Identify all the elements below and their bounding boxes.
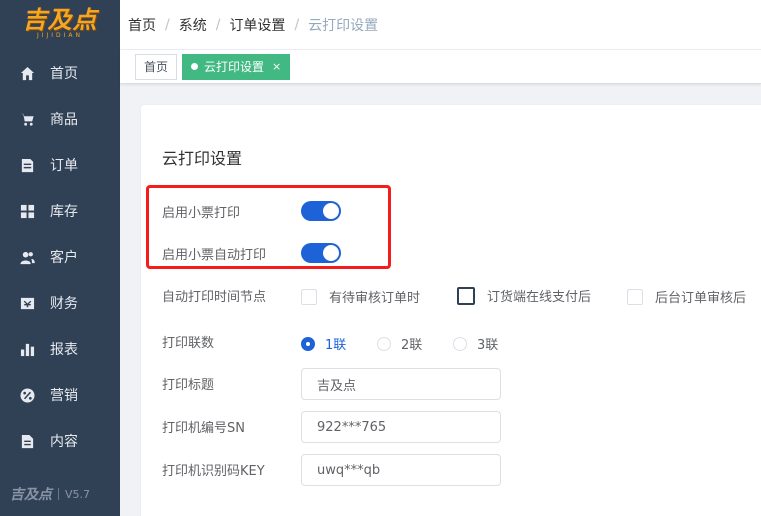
users-icon <box>19 249 35 265</box>
home-icon <box>19 65 35 81</box>
form-row-time-node: 自动打印时间节点 <box>162 280 266 310</box>
percent-icon <box>19 387 35 403</box>
logo-text: 吉及点 <box>22 5 98 34</box>
radio-2-copies[interactable]: 2联 <box>377 334 422 353</box>
sidebar-menu: 首页 商品 订单 库存 客户 财务 报表 营销 内容 <box>0 50 120 464</box>
breadcrumb-system[interactable]: 系统 <box>179 15 207 35</box>
close-icon[interactable]: × <box>272 60 281 73</box>
toggle-knob <box>323 245 339 261</box>
form-row-enable-auto: 启用小票自动打印 <box>162 238 266 268</box>
checkbox-box[interactable] <box>301 288 317 305</box>
sn-label: 打印机编号SN <box>162 420 245 436</box>
checkbox-online-paid[interactable]: 订货端在线支付后 <box>457 286 591 305</box>
form-row-enable-receipt: 启用小票打印 <box>162 196 240 226</box>
sidebar-item-label: 财务 <box>50 296 78 312</box>
form-row-sn: 打印机编号SN <box>162 411 245 441</box>
sidebar: 吉及点 JIJIDIAN 首页 商品 订单 库存 客户 财务 报表 营销 内容 … <box>0 0 120 516</box>
print-title-label: 打印标题 <box>162 377 215 393</box>
enable-auto-label: 启用小票自动打印 <box>162 247 267 263</box>
enable-receipt-label: 启用小票打印 <box>162 205 241 221</box>
cart-icon <box>19 111 35 127</box>
sidebar-item-label: 客户 <box>50 250 78 266</box>
tag-home[interactable]: 首页 <box>135 53 178 80</box>
sidebar-item-label: 商品 <box>50 112 78 128</box>
sidebar-item-label: 营销 <box>50 388 78 404</box>
checkbox-label: 后台订单审核后 <box>655 291 747 306</box>
sidebar-item-customers[interactable]: 客户 <box>0 234 120 280</box>
radio-label: 1联 <box>325 338 347 353</box>
radio-circle[interactable] <box>377 336 391 351</box>
app-logo[interactable]: 吉及点 JIJIDIAN <box>0 0 120 48</box>
printer-key-input[interactable] <box>301 454 501 486</box>
grid-icon <box>19 203 35 219</box>
sidebar-footer: 吉及点 V5.7 <box>0 484 120 504</box>
checkbox-label: 有待审核订单时 <box>329 291 421 306</box>
checkbox-box[interactable] <box>457 286 475 305</box>
breadcrumb-separator: / <box>165 16 170 33</box>
sidebar-item-finance[interactable]: 财务 <box>0 280 120 326</box>
enable-auto-print-toggle[interactable] <box>301 243 341 263</box>
sidebar-item-marketing[interactable]: 营销 <box>0 372 120 418</box>
document-icon <box>19 433 35 449</box>
logo-subtext: JIJIDIAN <box>36 32 84 39</box>
radio-circle[interactable] <box>301 336 315 351</box>
breadcrumb-home[interactable]: 首页 <box>128 15 156 35</box>
toggle-knob <box>323 203 339 219</box>
sidebar-item-orders[interactable]: 订单 <box>0 142 120 188</box>
tag-label: 云打印设置 <box>204 60 265 74</box>
breadcrumb-separator: / <box>215 16 221 33</box>
copies-label: 打印联数 <box>162 335 215 351</box>
top-header: 首页 / 系统 / 订单设置 / 云打印设置 <box>120 0 761 50</box>
bar-chart-icon <box>19 341 35 357</box>
sidebar-item-label: 订单 <box>50 158 78 174</box>
radio-3-copies[interactable]: 3联 <box>453 334 498 353</box>
breadcrumb: 首页 / 系统 / 订单设置 / 云打印设置 <box>128 15 378 35</box>
printer-sn-input[interactable] <box>301 411 501 443</box>
active-dot-icon <box>191 63 199 70</box>
radio-label: 3联 <box>477 338 499 353</box>
sidebar-item-reports[interactable]: 报表 <box>0 326 120 372</box>
footer-logo: 吉及点 <box>10 487 52 503</box>
checkbox-admin-reviewed[interactable]: 后台订单审核后 <box>627 287 746 306</box>
time-node-label: 自动打印时间节点 <box>162 289 267 305</box>
radio-label: 2联 <box>401 338 423 353</box>
sidebar-item-label: 报表 <box>50 342 78 358</box>
breadcrumb-order-settings[interactable]: 订单设置 <box>229 15 285 35</box>
page-title: 云打印设置 <box>162 149 243 168</box>
footer-divider <box>58 488 59 500</box>
form-row-copies: 打印联数 <box>162 326 214 356</box>
checkbox-box[interactable] <box>627 288 643 305</box>
tags-view: 首页 云打印设置 × <box>120 50 761 84</box>
checkbox-pending-review[interactable]: 有待审核订单时 <box>301 287 420 306</box>
checkbox-label: 订货端在线支付后 <box>487 290 592 305</box>
sidebar-item-inventory[interactable]: 库存 <box>0 188 120 234</box>
tag-cloud-print[interactable]: 云打印设置 × <box>182 53 291 80</box>
finance-icon <box>19 295 35 311</box>
sidebar-item-label: 首页 <box>50 66 78 82</box>
version-label: V5.7 <box>65 487 91 501</box>
sidebar-item-home[interactable]: 首页 <box>0 50 120 96</box>
sidebar-item-label: 内容 <box>50 434 78 450</box>
form-row-print-title: 打印标题 <box>162 368 214 398</box>
settings-card: 云打印设置 启用小票打印 启用小票自动打印 自动打印时间节点 有待审核订单时 订… <box>140 104 761 516</box>
order-icon <box>19 157 35 173</box>
key-label: 打印机识别码KEY <box>162 463 265 479</box>
sidebar-item-products[interactable]: 商品 <box>0 96 120 142</box>
sidebar-item-content[interactable]: 内容 <box>0 418 120 464</box>
breadcrumb-current: 云打印设置 <box>308 17 379 34</box>
print-title-input[interactable] <box>301 368 501 400</box>
form-row-key: 打印机识别码KEY <box>162 454 265 484</box>
enable-receipt-toggle[interactable] <box>301 201 341 221</box>
radio-circle[interactable] <box>453 336 467 351</box>
breadcrumb-separator: / <box>294 16 300 33</box>
radio-1-copy[interactable]: 1联 <box>301 334 346 353</box>
sidebar-item-label: 库存 <box>50 204 78 220</box>
